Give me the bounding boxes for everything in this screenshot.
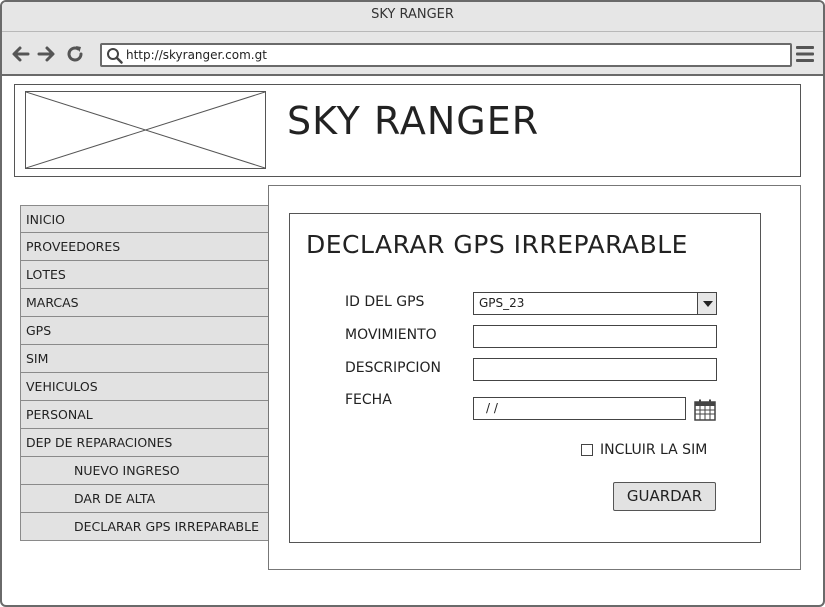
browser-toolbar: http://skyranger.com.gt [2,32,823,76]
movimiento-label: MOVIMIENTO [345,327,437,343]
form-title: DECLARAR GPS IRREPARABLE [306,230,688,259]
chevron-down-icon[interactable] [697,293,716,314]
save-button[interactable]: GUARDAR [613,482,716,511]
sidebar-item-gps[interactable]: GPS [20,317,269,345]
sidebar-item-personal[interactable]: PERSONAL [20,401,269,429]
window-title: SKY RANGER [2,2,823,32]
gps-id-select[interactable]: GPS_23 [473,292,717,315]
movimiento-input[interactable] [473,325,717,348]
sidebar-item-vehiculos[interactable]: VEHICULOS [20,373,269,401]
sidebar-nav: INICIO PROVEEDORES LOTES MARCAS GPS SIM … [20,205,269,541]
sidebar-item-dar-de-alta[interactable]: DAR DE ALTA [20,485,269,513]
reload-icon[interactable] [65,44,85,64]
sidebar-item-marcas[interactable]: MARCAS [20,289,269,317]
image-placeholder-icon [26,92,265,168]
calendar-icon[interactable] [693,398,717,422]
site-title: SKY RANGER [287,99,540,143]
logo-placeholder [25,91,266,169]
sidebar-item-inicio[interactable]: INICIO [20,205,269,233]
include-sim-checkbox[interactable] [581,444,593,456]
gps-id-value: GPS_23 [479,296,525,310]
sidebar-item-sim[interactable]: SIM [20,345,269,373]
sidebar-item-declarar-gps-irreparable[interactable]: DECLARAR GPS IRREPARABLE [20,513,269,541]
sidebar-item-nuevo-ingreso[interactable]: NUEVO INGRESO [20,457,269,485]
include-sim-label: INCLUIR LA SIM [600,442,708,458]
url-text: http://skyranger.com.gt [126,48,267,62]
fecha-label: FECHA [345,392,392,408]
hamburger-menu-icon[interactable] [795,45,815,63]
sidebar-item-proveedores[interactable]: PROVEEDORES [20,233,269,261]
fecha-input[interactable]: / / [473,397,686,420]
browser-window: SKY RANGER http://skyranger.com.gt SKY R… [0,0,825,607]
site-header: SKY RANGER [14,84,801,177]
declare-gps-form: DECLARAR GPS IRREPARABLE ID DEL GPS GPS_… [289,213,761,543]
sidebar-item-lotes[interactable]: LOTES [20,261,269,289]
descripcion-input[interactable] [473,358,717,381]
url-bar[interactable]: http://skyranger.com.gt [100,43,792,67]
search-icon [107,48,123,64]
gps-id-label: ID DEL GPS [345,294,425,310]
forward-icon[interactable] [36,44,56,64]
descripcion-label: DESCRIPCION [345,360,441,376]
main-content: DECLARAR GPS IRREPARABLE ID DEL GPS GPS_… [268,185,801,570]
back-icon[interactable] [11,44,31,64]
sidebar-item-dep-reparaciones[interactable]: DEP DE REPARACIONES [20,429,269,457]
